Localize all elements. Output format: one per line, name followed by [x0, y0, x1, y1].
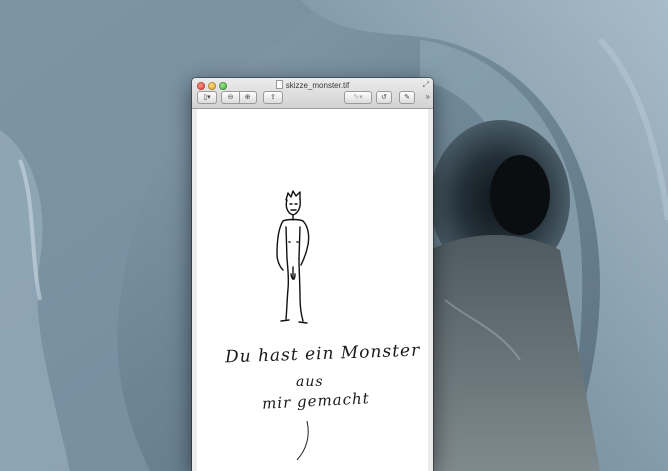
toolbar-overflow-icon[interactable]: » — [426, 92, 430, 101]
window-title: skizze_monster.tif — [285, 81, 350, 90]
desktop: skizze_monster.tif ⤢ ▯▾ ⊖ ⊕ ⇪ ✎▾ ↺ ✎ » D… — [0, 0, 668, 471]
sketch-drawing — [276, 190, 310, 461]
pen-stroke — [296, 420, 309, 461]
zoom-out-button[interactable]: ⊖ — [222, 92, 239, 103]
fullscreen-icon[interactable]: ⤢ — [423, 80, 429, 90]
sidebar-icon: ▯▾ — [203, 94, 211, 101]
figure-sketch — [276, 190, 310, 324]
edit-button[interactable]: ✎ — [399, 91, 415, 104]
pen-icon: ✎▾ — [353, 94, 363, 101]
preview-window[interactable]: skizze_monster.tif ⤢ ▯▾ ⊖ ⊕ ⇪ ✎▾ ↺ ✎ » D… — [192, 78, 433, 471]
handwriting-line-2: aus — [296, 374, 324, 390]
share-button[interactable]: ⇪ — [263, 91, 283, 104]
edit-icon: ✎ — [404, 94, 410, 101]
window-title-container: skizze_monster.tif — [192, 80, 433, 90]
sidebar-toggle-button[interactable]: ▯▾ — [197, 91, 217, 104]
rotate-icon: ↺ — [381, 94, 387, 101]
annotate-button[interactable]: ✎▾ — [344, 91, 372, 104]
document-icon — [275, 80, 283, 89]
document-page: Du hast ein Monster aus mir gemacht — [197, 109, 428, 471]
zoom-button-group: ⊖ ⊕ — [221, 91, 257, 104]
zoom-in-button[interactable]: ⊕ — [239, 92, 256, 103]
rotate-button[interactable]: ↺ — [376, 91, 392, 104]
toolbar: ▯▾ ⊖ ⊕ ⇪ ✎▾ ↺ ✎ » — [192, 91, 433, 105]
window-titlebar[interactable]: skizze_monster.tif ⤢ ▯▾ ⊖ ⊕ ⇪ ✎▾ ↺ ✎ » — [192, 78, 433, 109]
share-icon: ⇪ — [270, 94, 276, 101]
